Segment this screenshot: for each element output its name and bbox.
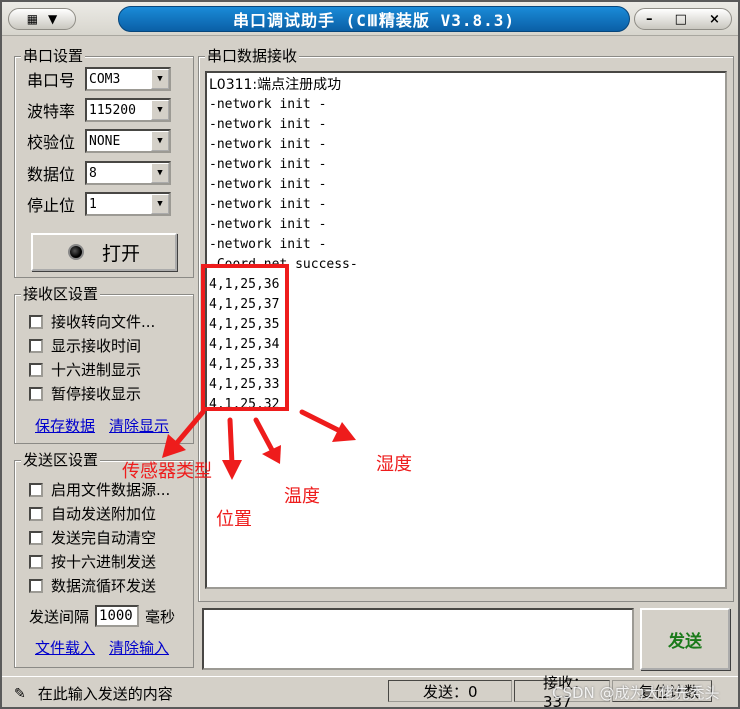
baud-label: 波特率 [27, 102, 76, 121]
tx-option-label: 数据流循环发送 [51, 577, 157, 595]
maximize-button[interactable]: □ [675, 12, 687, 27]
parity-label: 校验位 [27, 133, 76, 152]
baud-value: 115200 [89, 102, 136, 118]
open-port-label: 打开 [101, 242, 140, 265]
send-interval-unit: 毫秒 [145, 607, 176, 626]
serial-settings-legend: 串口设置 [21, 47, 86, 65]
databits-select[interactable]: 8 ▼ [85, 161, 171, 185]
databits-row: 数据位 8 ▼ [27, 161, 171, 185]
close-button[interactable]: × [709, 12, 720, 27]
databits-label: 数据位 [27, 165, 76, 184]
baud-select[interactable]: 115200 ▼ [85, 98, 171, 122]
tx-settings-legend: 发送区设置 [21, 451, 101, 469]
tx-option-hex-send[interactable]: 按十六进制发送 [29, 551, 156, 572]
rx-option-label: 十六进制显示 [51, 361, 142, 379]
rx-option-label: 接收转向文件... [51, 313, 156, 331]
checkbox[interactable] [29, 554, 43, 569]
annotation-temperature: 温度 [284, 486, 320, 507]
tx-option-label: 发送完自动清空 [51, 529, 157, 547]
rx-option-hex[interactable]: 十六进制显示 [29, 359, 141, 380]
send-interval-input[interactable] [95, 605, 140, 627]
stopbits-select[interactable]: 1 ▼ [85, 192, 171, 216]
parity-select[interactable]: NONE ▼ [85, 129, 171, 153]
checkbox[interactable] [29, 578, 43, 593]
tx-option-auto-clear[interactable]: 发送完自动清空 [29, 527, 156, 548]
rx-line: -network init - [209, 237, 327, 252]
chevron-down-icon: ▼ [48, 12, 58, 26]
clear-input-link[interactable]: 清除输入 [109, 637, 169, 658]
annotation-humidity: 湿度 [376, 454, 412, 475]
chevron-down-icon[interactable]: ▼ [151, 194, 169, 214]
rx-line: -network init - [209, 117, 327, 132]
send-interval-row: 发送间隔 毫秒 [29, 605, 175, 627]
tx-option-append-bit[interactable]: 自动发送附加位 [29, 503, 156, 524]
stopbits-value: 1 [89, 196, 97, 212]
rx-option-label: 暂停接收显示 [51, 385, 142, 403]
rx-settings-legend: 接收区设置 [21, 285, 101, 303]
window-title: 串口调试助手 (CⅢ精装版 V3.8.3) [118, 6, 630, 32]
chevron-down-icon[interactable]: ▼ [151, 163, 169, 183]
checkbox[interactable] [29, 482, 43, 497]
system-menu-button[interactable]: ▦ ▼ [8, 8, 76, 30]
checkbox[interactable] [29, 314, 43, 329]
window-controls: – □ × [634, 8, 732, 30]
stopbits-row: 停止位 1 ▼ [27, 192, 171, 216]
baud-row: 波特率 115200 ▼ [27, 98, 171, 122]
file-load-link[interactable]: 文件载入 [35, 637, 95, 658]
parity-row: 校验位 NONE ▼ [27, 129, 171, 153]
tx-option-label: 自动发送附加位 [51, 505, 157, 523]
open-port-button[interactable]: 打开 [31, 233, 177, 271]
checkbox[interactable] [29, 362, 43, 377]
rx-panel-legend: 串口数据接收 [205, 47, 300, 65]
databits-value: 8 [89, 165, 97, 181]
stopbits-label: 停止位 [27, 196, 76, 215]
watermark: CSDN @成为大佬先秃头 [552, 684, 720, 702]
rx-line: -network init - [209, 137, 327, 152]
chevron-down-icon[interactable]: ▼ [151, 131, 169, 151]
annotation-position: 位置 [216, 509, 252, 530]
status-hint-text: 在此输入发送的内容 [37, 685, 173, 703]
app-icon: ▦ [26, 12, 39, 26]
rx-line: -network init - [209, 157, 327, 172]
tx-input[interactable] [202, 608, 634, 670]
port-value: COM3 [89, 71, 121, 87]
rx-line: -network init - [209, 217, 327, 232]
title-bar: ▦ ▼ 串口调试助手 (CⅢ精装版 V3.8.3) – □ × [2, 2, 738, 36]
save-data-link[interactable]: 保存数据 [35, 415, 95, 436]
serial-settings-group: 串口设置 串口号 COM3 ▼ 波特率 115200 ▼ 校验位 NONE ▼ … [14, 47, 194, 278]
rx-option-redirect[interactable]: 接收转向文件... [29, 311, 155, 332]
parity-value: NONE [89, 133, 121, 149]
main-window: ▦ ▼ 串口调试助手 (CⅢ精装版 V3.8.3) – □ × 串口设置 串口号… [0, 0, 740, 709]
send-interval-label: 发送间隔 [29, 607, 90, 626]
tx-option-loop-send[interactable]: 数据流循环发送 [29, 575, 156, 596]
status-hint: ✎ 在此输入发送的内容 [14, 683, 173, 704]
rx-line: L0311:端点注册成功 [209, 77, 342, 93]
rx-line: -network init - [209, 97, 327, 112]
chevron-down-icon[interactable]: ▼ [151, 100, 169, 120]
send-button[interactable]: 发送 [640, 608, 730, 670]
clear-display-link[interactable]: 清除显示 [109, 415, 169, 436]
checkbox[interactable] [29, 338, 43, 353]
annotation-sensor-type: 传感器类型 [122, 461, 212, 482]
port-select[interactable]: COM3 ▼ [85, 67, 171, 91]
rx-line: -network init - [209, 177, 327, 192]
checkbox[interactable] [29, 506, 43, 521]
checkbox[interactable] [29, 386, 43, 401]
minimize-button[interactable]: – [646, 12, 653, 27]
status-led-icon [67, 244, 84, 260]
highlight-box [201, 264, 289, 411]
checkbox[interactable] [29, 530, 43, 545]
tx-settings-group: 发送区设置 启用文件数据源... 自动发送附加位 发送完自动清空 按十六进制发送… [14, 451, 194, 668]
tx-option-label: 按十六进制发送 [51, 553, 157, 571]
chevron-down-icon[interactable]: ▼ [151, 69, 169, 89]
sent-count: 发送：0 [388, 680, 512, 702]
rx-line: -network init - [209, 197, 327, 212]
rx-option-pause[interactable]: 暂停接收显示 [29, 383, 141, 404]
rx-settings-group: 接收区设置 接收转向文件... 显示接收时间 十六进制显示 暂停接收显示 保存数… [14, 285, 194, 444]
rx-option-label: 显示接收时间 [51, 337, 142, 355]
rx-option-show-time[interactable]: 显示接收时间 [29, 335, 141, 356]
port-label: 串口号 [27, 71, 76, 90]
pencil-icon: ✎ [14, 685, 26, 702]
port-row: 串口号 COM3 ▼ [27, 67, 171, 91]
